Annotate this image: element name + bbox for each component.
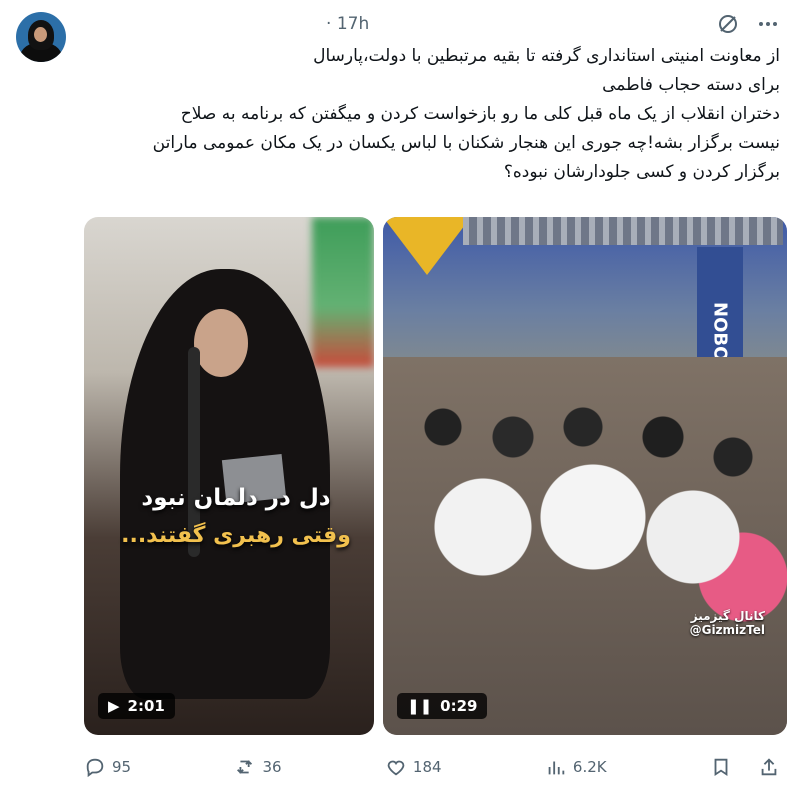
stage-truss [463,217,783,245]
video-duration-badge[interactable]: ▶ 2:01 [98,693,175,719]
post-text-line-2: برای دسته حجاب فاطمی [602,75,780,95]
views-icon [548,761,565,775]
like-button[interactable]: 184 [385,756,442,778]
views-button[interactable]: 6.2K [545,756,607,778]
pause-icon: ❚❚ [407,697,433,715]
video-overlay-text-2: وقتی رهبری گفتند... [121,523,351,548]
post-text: از معاونت امنیتی استانداری گرفته تا بقیه… [80,42,780,187]
bookmark-share-group [710,756,780,778]
like-icon [387,760,405,776]
video-overlay-text-1: دل در دلمان نبود [141,485,331,511]
channel-watermark: کانال گیزمیز @GizmizTel [690,609,765,637]
runners-crowd [383,357,787,735]
post-text-line-5: برگزار کردن و کسی جلودارشان نبوده؟ [503,162,780,182]
repost-icon [237,760,253,774]
reply-icon [86,758,104,778]
watermark-line-1: کانال گیزمیز [690,609,765,623]
more-icon[interactable] [756,12,780,36]
bookmark-icon[interactable] [710,756,732,778]
video-duration-badge[interactable]: ❚❚ 0:29 [397,693,488,719]
post-actions: 95 36 184 6.2K [84,752,780,782]
post-top-icons [716,12,780,36]
play-icon: ▶ [108,697,120,715]
flag-shape [312,217,374,367]
person-face [194,309,248,377]
reply-button[interactable]: 95 [84,756,131,778]
views-count: 6.2K [572,758,607,776]
avatar[interactable] [16,12,66,62]
share-icon[interactable] [758,756,780,778]
watermark-line-2: @GizmizTel [689,623,765,637]
post-text-line-1: از معاونت امنیتی استانداری گرفته تا بقیه… [313,46,780,66]
post-time[interactable]: · 17h [326,14,369,34]
post-text-line-3: دختران انقلاب از یک ماه قبل کلی ما رو با… [180,104,780,124]
umbrella-shape [383,217,471,275]
reply-count: 95 [112,758,132,776]
repost-button[interactable]: 36 [234,756,282,778]
video-duration: 2:01 [127,697,165,715]
video-thumbnail-1[interactable]: دل در دلمان نبود وقتی رهبری گفتند... ▶ 2… [84,217,374,735]
video-thumbnail-2[interactable]: NOBO کانال گیزمیز @GizmizTel ❚❚ 0:29 [383,217,787,735]
avatar-face [34,27,47,42]
repost-count: 36 [262,758,282,776]
post-text-line-4: نیست برگزار بشه!چه جوری این هنجار شکنان … [152,133,780,153]
video-duration: 0:29 [440,697,478,715]
grok-icon[interactable] [716,12,740,36]
like-count: 184 [412,758,442,776]
post-time-value: 17h [336,14,370,34]
